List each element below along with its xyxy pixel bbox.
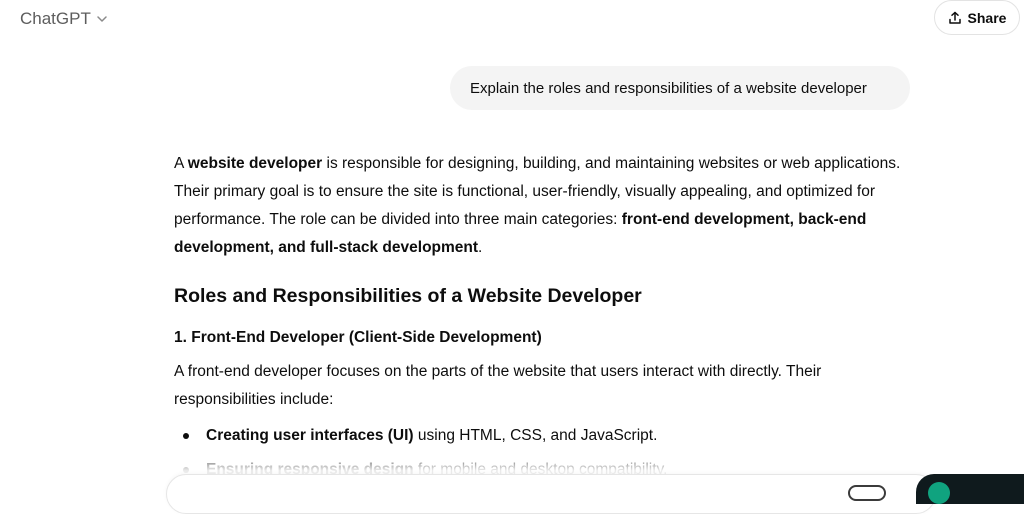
subsection-intro: A front-end developer focuses on the par… [174, 363, 822, 408]
extension-icon [928, 482, 950, 504]
extension-panel[interactable] [916, 474, 1024, 504]
list-item-bold: Creating user interfaces (UI) [206, 427, 414, 444]
intro-text-3: . [478, 239, 483, 256]
user-message-bubble: Explain the roles and responsibilities o… [450, 66, 910, 110]
user-message-text: Explain the roles and responsibilities o… [470, 79, 867, 97]
message-composer[interactable] [166, 474, 936, 514]
list-item: Creating user interfaces (UI) using HTML… [174, 422, 914, 450]
toggle-icon[interactable] [848, 485, 886, 501]
list-item-text: using HTML, CSS, and JavaScript. [413, 427, 658, 444]
share-label: Share [967, 9, 1007, 26]
subsection-heading: 1. Front-End Developer (Client-Side Deve… [174, 329, 542, 346]
model-name: ChatGPT [20, 9, 91, 28]
section-heading: Roles and Responsibilities of a Website … [174, 285, 642, 307]
intro-text-1: A [174, 155, 188, 172]
share-button[interactable]: Share [934, 0, 1020, 35]
model-switcher[interactable]: ChatGPT [12, 4, 117, 34]
share-icon [948, 11, 961, 24]
bullet-icon [183, 467, 189, 473]
top-bar: ChatGPT Share [0, 0, 1024, 40]
bullet-icon [183, 433, 189, 439]
chevron-down-icon [97, 16, 107, 22]
intro-bold-1: website developer [187, 155, 323, 172]
assistant-response: A website developer is responsible for d… [174, 150, 914, 490]
intro-paragraph: A website developer is responsible for d… [174, 150, 914, 262]
